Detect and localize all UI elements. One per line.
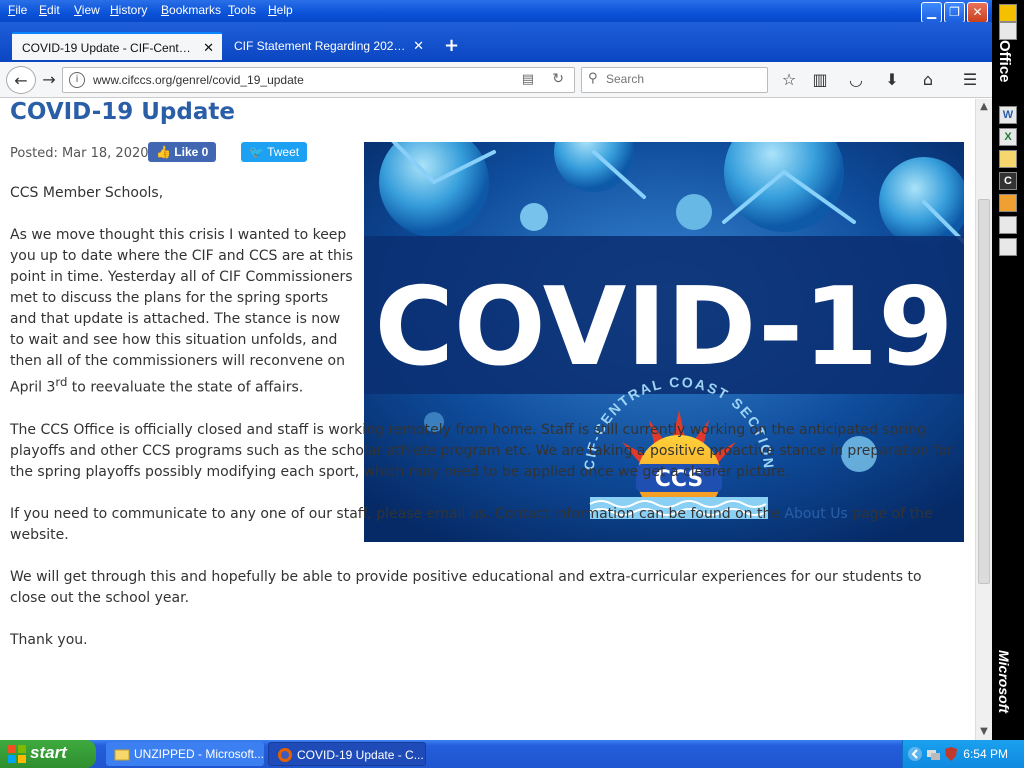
menu-edit[interactable]: Edit <box>39 3 60 17</box>
close-window-button[interactable]: ✕ <box>967 2 988 23</box>
paragraph-3-text: If you need to communicate to any one of… <box>10 505 785 522</box>
paragraph-1: As we move thought this crisis I wanted … <box>10 225 355 399</box>
assistant-icon[interactable] <box>999 194 1017 212</box>
office-title: Office <box>996 40 1013 83</box>
navigation-bar: ← → i www.cifccs.org/genrel/covid_19_upd… <box>0 62 992 98</box>
menu-bar: File Edit View History Bookmarks Tools H… <box>0 0 992 23</box>
paragraph-3: If you need to communicate to any one of… <box>10 504 960 546</box>
url-text[interactable]: www.cifccs.org/genrel/covid_19_update <box>93 73 304 87</box>
start-button[interactable]: start <box>0 740 96 768</box>
tab-covid-update[interactable]: COVID-19 Update - CIF-Central C... ✕ <box>12 32 222 60</box>
tab-label: CIF Statement Regarding 2020 Sp... <box>234 39 406 53</box>
office-menu-icon[interactable] <box>999 22 1017 40</box>
system-tray: 6:54 PM <box>902 740 1024 768</box>
search-input[interactable] <box>606 72 756 86</box>
tray-expand-icon[interactable] <box>907 746 923 762</box>
posted-date: Posted: Mar 18, 2020 <box>10 146 149 161</box>
tweet-label: Tweet <box>267 145 300 159</box>
forward-button[interactable]: → <box>38 66 60 94</box>
menu-bookmarks[interactable]: Bookmarks <box>161 3 221 17</box>
paragraph-2: The CCS Office is officially closed and … <box>10 420 960 483</box>
vertical-scrollbar[interactable]: ▲ ▼ <box>975 99 992 740</box>
notepad-icon[interactable] <box>999 216 1017 234</box>
pocket-icon[interactable]: ◡ <box>844 68 868 92</box>
office-logo-icon[interactable] <box>999 4 1017 22</box>
scroll-down-arrow-icon[interactable]: ▼ <box>976 724 992 740</box>
tab-strip: COVID-19 Update - CIF-Central C... ✕ CIF… <box>0 22 992 62</box>
taskbar-item-firefox[interactable]: COVID-19 Update - C... <box>268 742 426 766</box>
reader-view-icon[interactable]: ▤ <box>522 72 534 87</box>
paragraph-1-text-end: to reevaluate the state of affairs. <box>67 379 304 396</box>
home-icon[interactable]: ⌂ <box>916 68 940 92</box>
minimize-button[interactable]: ▁ <box>921 2 942 23</box>
restore-icon: ❐ <box>949 5 960 19</box>
hamburger-menu-icon[interactable]: ☰ <box>958 68 982 92</box>
office-brand: Microsoft <box>996 650 1012 713</box>
twitter-bird-icon: 🐦 <box>249 145 264 159</box>
word-icon[interactable]: W <box>999 106 1017 124</box>
start-label: start <box>30 743 67 762</box>
paragraph-4: We will get through this and hopefully b… <box>10 568 922 606</box>
new-tab-plus-icon[interactable]: + <box>444 35 459 56</box>
browser-window: File Edit View History Bookmarks Tools H… <box>0 0 992 740</box>
menu-file[interactable]: File <box>8 3 27 17</box>
ordinal-suffix: rd <box>55 375 68 389</box>
back-arrow-icon: ← <box>14 71 28 90</box>
page-content: COVID-19 Update Posted: Mar 18, 2020 👍 L… <box>0 99 975 740</box>
close-icon: ✕ <box>972 5 983 19</box>
bookmark-star-icon[interactable]: ☆ <box>777 68 801 92</box>
facebook-like-button[interactable]: 👍 Like 0 <box>148 142 217 162</box>
network-icon[interactable] <box>925 746 941 762</box>
paragraph-2-text: The CCS Office is officially closed and … <box>10 421 953 480</box>
taskbar-item-unzipped[interactable]: UNZIPPED - Microsoft... <box>106 742 264 766</box>
url-bar[interactable]: i www.cifccs.org/genrel/covid_19_update … <box>62 67 575 93</box>
restore-button[interactable]: ❐ <box>944 2 965 23</box>
library-icon[interactable]: ▥ <box>808 68 832 92</box>
menu-history[interactable]: History <box>110 3 147 17</box>
paragraph-5: Thank you. <box>10 631 88 648</box>
firefox-icon <box>278 748 292 762</box>
office-shortcut-bar: Office W X C Microsoft <box>992 0 1024 740</box>
taskbar: start UNZIPPED - Microsoft... COVID-19 U… <box>0 740 1024 768</box>
tab-label: COVID-19 Update - CIF-Central C... <box>22 41 194 55</box>
downloads-icon[interactable]: ⬇ <box>880 68 904 92</box>
back-button[interactable]: ← <box>6 66 36 94</box>
tab-close-icon[interactable]: ✕ <box>203 40 214 56</box>
search-icon: ⚲ <box>588 71 598 86</box>
tab-close-icon[interactable]: ✕ <box>413 38 424 54</box>
scroll-thumb[interactable] <box>978 199 990 584</box>
about-us-link[interactable]: About Us <box>784 506 847 522</box>
page-title: COVID-19 Update <box>10 99 235 125</box>
like-label: Like 0 <box>174 145 209 159</box>
tweet-button[interactable]: 🐦 Tweet <box>241 142 308 162</box>
minimize-icon: ▁ <box>926 5 937 19</box>
forward-arrow-icon: → <box>42 70 56 89</box>
folder-icon <box>114 749 130 761</box>
site-info-icon[interactable]: i <box>69 72 85 88</box>
taskbar-item-label: UNZIPPED - Microsoft... <box>134 747 264 761</box>
scroll-up-arrow-icon[interactable]: ▲ <box>976 99 992 115</box>
greeting: CCS Member Schools, <box>10 185 164 201</box>
system-clock: 6:54 PM <box>963 747 1008 761</box>
folder-icon[interactable] <box>999 150 1017 168</box>
tab-cif-statement[interactable]: CIF Statement Regarding 2020 Sp... ✕ <box>224 32 432 60</box>
menu-view[interactable]: View <box>74 3 100 17</box>
thumbs-up-icon: 👍 <box>156 145 171 159</box>
paragraph-1-text: As we move thought this crisis I wanted … <box>10 227 354 396</box>
tools-icon[interactable] <box>999 238 1017 256</box>
menu-help[interactable]: Help <box>268 3 293 17</box>
windows-flag-icon <box>8 745 26 763</box>
command-icon[interactable]: C <box>999 172 1017 190</box>
search-bar[interactable]: ⚲ <box>581 67 768 93</box>
taskbar-item-label: COVID-19 Update - C... <box>297 748 424 762</box>
excel-icon[interactable]: X <box>999 128 1017 146</box>
menu-tools[interactable]: Tools <box>228 3 256 17</box>
article-body: CCS Member Schools, As we move thought t… <box>10 183 960 672</box>
shield-icon[interactable] <box>943 746 959 762</box>
reload-icon[interactable]: ↻ <box>552 71 564 87</box>
